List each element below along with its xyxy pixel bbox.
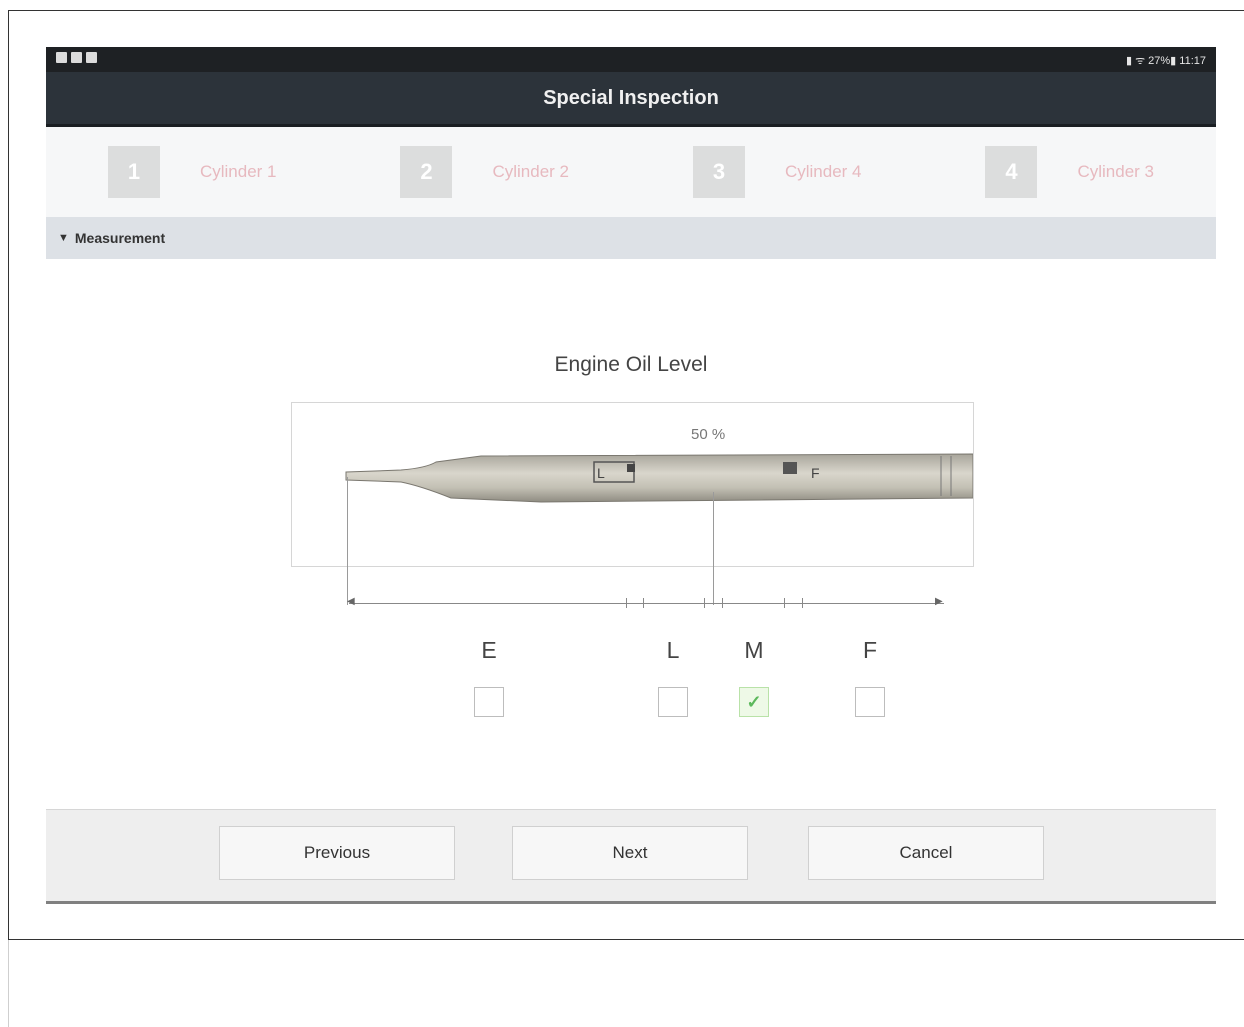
title-bar: Special Inspection bbox=[46, 72, 1216, 127]
dipstick-image: L F bbox=[345, 453, 973, 503]
next-button[interactable]: Next bbox=[512, 826, 748, 880]
start-marker-line bbox=[347, 477, 348, 605]
svg-text:L: L bbox=[597, 465, 605, 481]
previous-button[interactable]: Previous bbox=[219, 826, 455, 880]
step-4[interactable]: 4 Cylinder 3 bbox=[924, 146, 1217, 198]
gallery-icon bbox=[56, 52, 67, 63]
settings-icon bbox=[71, 52, 82, 63]
step-3[interactable]: 3 Cylinder 4 bbox=[631, 146, 924, 198]
level-label-e: E bbox=[481, 637, 497, 663]
level-checkbox-f[interactable] bbox=[855, 687, 885, 717]
level-checkbox-m[interactable]: ✓ bbox=[739, 687, 769, 717]
scale-tick bbox=[643, 598, 644, 608]
notification-icons bbox=[56, 52, 97, 63]
scale-tick bbox=[626, 598, 627, 608]
scale-arrow-left-icon: ◀ bbox=[347, 596, 355, 607]
level-label-l: L bbox=[666, 637, 680, 663]
level-checkbox-e[interactable] bbox=[474, 687, 504, 717]
message-icon bbox=[86, 52, 97, 63]
page-title: Special Inspection bbox=[543, 86, 719, 109]
status-bar: ▮ ᯤ 27%▮ 11:17 bbox=[46, 47, 1216, 72]
step-label: Cylinder 2 bbox=[492, 162, 570, 181]
level-label-f: F bbox=[862, 637, 878, 663]
step-label: Cylinder 3 bbox=[1077, 162, 1155, 181]
scale-tick bbox=[704, 598, 705, 608]
cancel-button[interactable]: Cancel bbox=[808, 826, 1044, 880]
step-1[interactable]: 1 Cylinder 1 bbox=[46, 146, 339, 198]
level-checkbox-l[interactable] bbox=[658, 687, 688, 717]
scale-tick bbox=[784, 598, 785, 608]
step-label: Cylinder 4 bbox=[784, 162, 862, 181]
checkmark-icon: ✓ bbox=[746, 691, 762, 712]
step-number: 3 bbox=[692, 146, 745, 198]
step-label: Cylinder 1 bbox=[199, 162, 277, 181]
scale-arrow-right-icon: ▶ bbox=[935, 596, 943, 607]
level-label-m: M bbox=[744, 637, 764, 663]
measurement-section-header[interactable]: ▼ Measurement bbox=[46, 217, 1216, 259]
status-indicators: ▮ ᯤ 27%▮ 11:17 bbox=[1125, 55, 1206, 67]
step-number: 2 bbox=[400, 146, 453, 198]
level-scale bbox=[349, 603, 944, 604]
triangle-down-icon: ▼ bbox=[58, 232, 69, 244]
bottom-edge bbox=[46, 901, 1216, 904]
gauge-title: Engine Oil Level bbox=[554, 353, 708, 376]
step-number: 4 bbox=[985, 146, 1038, 198]
percent-label: 50 % bbox=[691, 426, 726, 443]
divider bbox=[8, 940, 9, 1027]
step-indicator: 1 Cylinder 1 2 Cylinder 2 3 Cylinder 4 4… bbox=[46, 127, 1216, 217]
scale-tick bbox=[802, 598, 803, 608]
scale-tick bbox=[722, 598, 723, 608]
svg-text:F: F bbox=[811, 465, 820, 481]
bottom-action-bar: Previous Next Cancel bbox=[46, 809, 1216, 904]
step-2[interactable]: 2 Cylinder 2 bbox=[339, 146, 632, 198]
tablet-screen: ▮ ᯤ 27%▮ 11:17 Special Inspection 1 Cyli… bbox=[46, 47, 1216, 904]
level-marker-line bbox=[713, 492, 714, 605]
section-label: Measurement bbox=[74, 230, 166, 246]
step-number: 1 bbox=[107, 146, 160, 198]
